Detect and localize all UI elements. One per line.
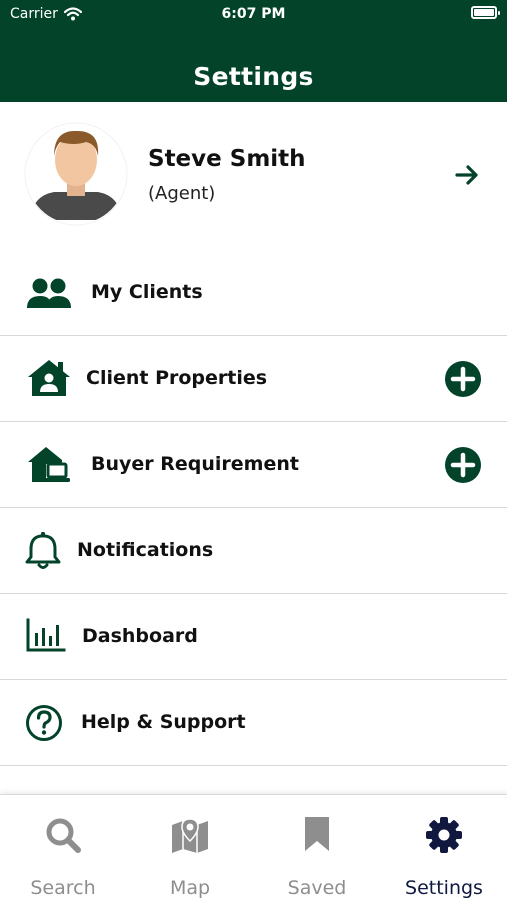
tab-label: Search: [30, 877, 96, 899]
menu-item-label: My Clients: [91, 281, 203, 303]
tab-bar: Search Map Saved Settings: [0, 794, 507, 900]
house-laptop-icon: [28, 447, 70, 482]
plus-circle-icon[interactable]: [444, 360, 482, 398]
menu-item-dashboard[interactable]: Dashboard: [0, 594, 507, 680]
profile-role: (Agent): [148, 183, 216, 204]
house-user-icon: [28, 360, 70, 396]
tab-label: Saved: [287, 877, 347, 899]
tab-settings[interactable]: Settings: [381, 795, 507, 900]
tab-search[interactable]: Search: [0, 795, 126, 900]
status-bar: Carrier 6:07 PM: [0, 0, 507, 28]
tab-saved[interactable]: Saved: [254, 795, 380, 900]
menu-item-label: Buyer Requirement: [91, 453, 299, 475]
menu-item-buyer-requirement[interactable]: Buyer Requirement: [0, 422, 507, 508]
profile-row[interactable]: Steve Smith (Agent): [0, 102, 507, 250]
battery-icon: [471, 6, 500, 19]
search-icon: [46, 818, 81, 853]
menu-item-label: Dashboard: [82, 625, 198, 647]
tab-label: Map: [169, 877, 211, 899]
question-circle-icon: [26, 705, 62, 741]
profile-name: Steve Smith: [148, 146, 306, 172]
gear-icon: [426, 817, 462, 853]
status-time: 6:07 PM: [221, 6, 286, 22]
users-icon: [27, 278, 71, 308]
avatar: [24, 122, 128, 226]
menu-item-label: Client Properties: [86, 367, 268, 389]
tab-label: Settings: [405, 877, 483, 899]
menu-item-label: Help & Support: [81, 711, 246, 733]
bar-chart-icon: [26, 618, 66, 652]
bookmark-icon: [305, 817, 329, 851]
bell-icon: [25, 532, 61, 569]
page-title: Settings: [193, 62, 314, 91]
menu-item-notifications[interactable]: Notifications: [0, 508, 507, 594]
menu-item-help-support[interactable]: Help & Support: [0, 680, 507, 766]
menu-item-client-properties[interactable]: Client Properties: [0, 336, 507, 422]
plus-circle-icon[interactable]: [444, 446, 482, 484]
header-bar: Carrier 6:07 PM Settings: [0, 0, 507, 102]
map-icon: [172, 818, 208, 853]
menu-item-label: Notifications: [77, 539, 214, 561]
menu-item-my-clients[interactable]: My Clients: [0, 250, 507, 336]
tab-map[interactable]: Map: [127, 795, 253, 900]
arrow-right-icon[interactable]: [452, 160, 482, 190]
